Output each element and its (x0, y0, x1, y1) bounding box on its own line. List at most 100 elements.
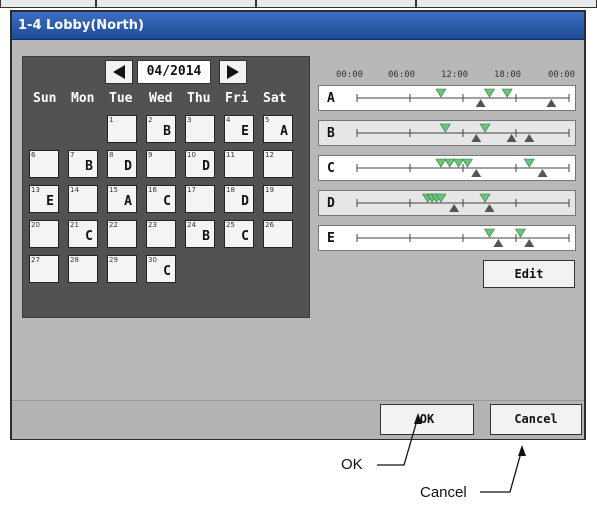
cancel-button[interactable]: Cancel (490, 404, 582, 435)
calendar-day[interactable]: 18 D (224, 185, 254, 213)
on-time-marker (483, 88, 496, 98)
calendar-day[interactable]: 24 B (185, 220, 215, 248)
pattern-row-a[interactable]: A (318, 85, 576, 111)
pattern-row-c[interactable]: C (318, 155, 576, 181)
calendar-day[interactable]: 23 (146, 220, 176, 248)
dialog-footer: OK Cancel (12, 400, 584, 439)
on-time-marker (444, 158, 456, 168)
day-number: 18 (226, 186, 235, 194)
day-number: 8 (109, 151, 114, 159)
ok-button[interactable]: OK (380, 404, 474, 435)
calendar-day[interactable]: 14 (68, 185, 98, 213)
day-number: 5 (265, 116, 270, 124)
calendar-day[interactable]: 9 (146, 150, 176, 178)
calendar-day[interactable]: 16 C (146, 185, 176, 213)
calendar-day[interactable]: 3 (185, 115, 215, 143)
day-number: 28 (70, 256, 79, 264)
timeline-e (356, 228, 570, 247)
off-time-marker (537, 169, 548, 177)
timeline-b (356, 123, 570, 142)
calendar-day[interactable]: 17 (185, 185, 215, 213)
calendar-day[interactable]: 30 C (146, 255, 176, 283)
calendar-day[interactable]: 27 (29, 255, 59, 283)
day-number: 9 (148, 151, 153, 159)
day-number: 13 (31, 186, 40, 194)
weekday-label: Fri (225, 91, 249, 106)
right-arrow-icon (227, 65, 239, 79)
top-tab (0, 0, 96, 8)
next-month-button[interactable] (219, 60, 247, 84)
off-time-marker (546, 99, 557, 107)
calendar-day[interactable]: 13 E (29, 185, 59, 213)
on-time-marker (523, 158, 535, 168)
day-pattern-label: A (124, 194, 132, 209)
timeline-a (356, 88, 570, 107)
on-time-marker (435, 88, 447, 98)
day-pattern-label: A (280, 124, 288, 139)
day-number: 2 (148, 116, 153, 124)
calendar-day[interactable]: 1 (107, 115, 137, 143)
on-time-marker (461, 158, 473, 168)
ok-callout-label: OK (341, 456, 363, 473)
time-label: 12:00 (441, 70, 469, 80)
edit-button[interactable]: Edit (483, 260, 575, 288)
on-time-marker (439, 123, 451, 133)
day-number: 23 (148, 221, 157, 229)
calendar-day[interactable]: 26 (263, 220, 293, 248)
day-number: 4 (226, 116, 231, 124)
weekday-label: Mon (71, 91, 95, 106)
weekday-label: Sun (33, 91, 57, 106)
off-time-marker (506, 134, 517, 142)
calendar-day[interactable]: 22 (107, 220, 137, 248)
weekday-label: Tue (109, 91, 133, 106)
month-display: 04/2014 (137, 60, 211, 84)
off-time-marker (471, 169, 482, 177)
left-arrow-icon (113, 65, 125, 79)
pattern-row-d[interactable]: D (318, 190, 576, 216)
calendar-day[interactable]: 28 (68, 255, 98, 283)
pattern-row-b[interactable]: B (318, 120, 576, 146)
calendar-day[interactable]: 11 (224, 150, 254, 178)
day-pattern-label: E (46, 194, 54, 209)
top-tab (256, 0, 416, 8)
day-number: 29 (109, 256, 118, 264)
calendar-day[interactable]: 20 (29, 220, 59, 248)
day-number: 6 (31, 151, 36, 159)
day-number: 30 (148, 256, 157, 264)
calendar-day[interactable]: 4E (224, 115, 254, 143)
calendar-day[interactable]: 15 A (107, 185, 137, 213)
day-number: 24 (187, 221, 196, 229)
weekday-label: Wed (149, 91, 173, 106)
day-number: 17 (187, 186, 196, 194)
day-pattern-label: B (163, 124, 171, 139)
on-time-marker (501, 88, 513, 98)
calendar-day[interactable]: 19 (263, 185, 293, 213)
timeline-d (356, 193, 570, 212)
day-pattern-label: C (241, 229, 249, 244)
day-pattern-label: C (163, 194, 171, 209)
day-number: 10 (187, 151, 196, 159)
calendar-day[interactable]: 8D (107, 150, 137, 178)
calendar-day[interactable]: 5A (263, 115, 293, 143)
time-label: 18:00 (494, 70, 522, 80)
time-label: 00:00 (548, 70, 576, 80)
prev-month-button[interactable] (105, 60, 133, 84)
on-time-marker (453, 158, 465, 168)
calendar-day[interactable]: 21 C (68, 220, 98, 248)
day-pattern-label: B (85, 159, 93, 174)
weekday-label: Sat (263, 91, 287, 106)
calendar-day[interactable]: 2B (146, 115, 176, 143)
day-number: 19 (265, 186, 274, 194)
calendar-day[interactable]: 25 C (224, 220, 254, 248)
off-time-marker (524, 239, 535, 247)
device-top-strip (0, 0, 597, 8)
calendar-day[interactable]: 10 D (185, 150, 215, 178)
day-pattern-label: B (202, 229, 210, 244)
pattern-row-e[interactable]: E (318, 225, 576, 251)
calendar-day[interactable]: 12 (263, 150, 293, 178)
calendar-day[interactable]: 29 (107, 255, 137, 283)
day-pattern-label: D (241, 194, 249, 209)
schedule-dialog: 1-4 Lobby(North) 04/2014 Sun Mon Tue Wed… (10, 10, 586, 440)
calendar-day[interactable]: 6 (29, 150, 59, 178)
calendar-day[interactable]: 7B (68, 150, 98, 178)
